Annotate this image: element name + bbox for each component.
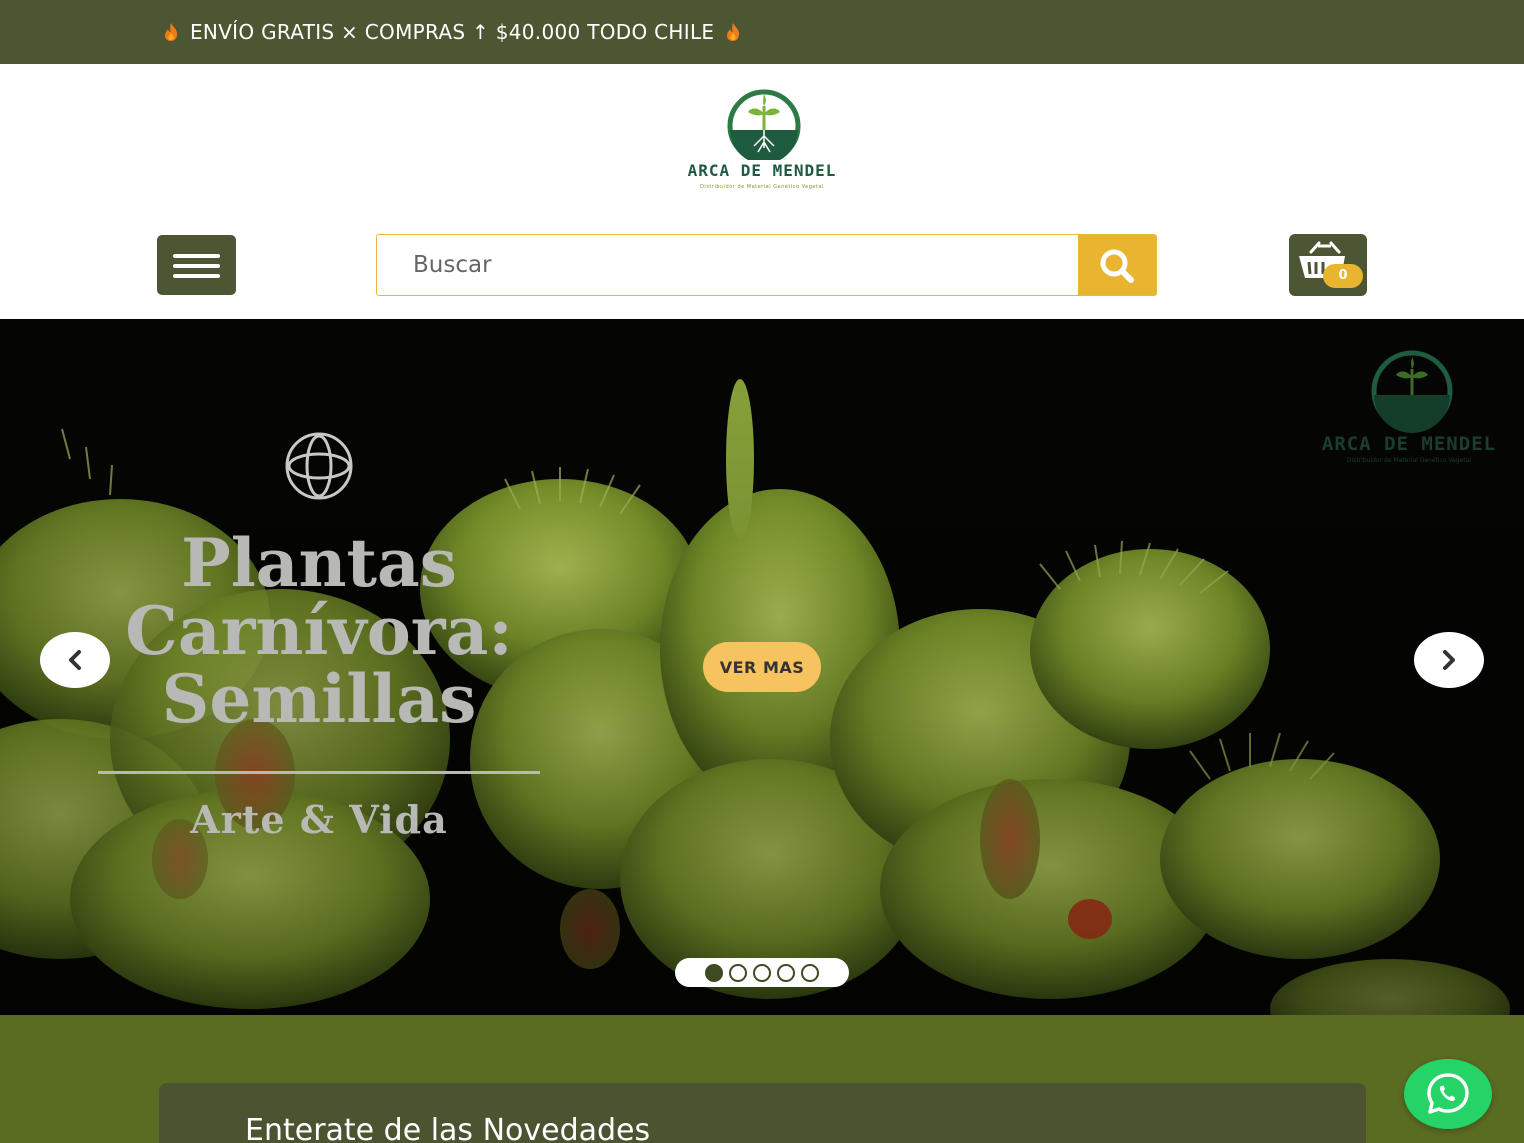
- slider-next-button[interactable]: [1414, 632, 1484, 688]
- hero-title-line: Plantas: [181, 524, 457, 602]
- logo-tagline: Distribuidor de Material Genético Vegeta…: [700, 184, 824, 190]
- logo-emblem-icon: [1371, 350, 1453, 433]
- site-header: ARCA DE MENDEL Distribuidor de Material …: [0, 64, 1524, 319]
- slider-pagination: [675, 958, 849, 987]
- hero-logo-name: ARCA DE MENDEL: [1321, 433, 1497, 455]
- hamburger-icon: [173, 254, 220, 258]
- flower-emblem-icon: [285, 432, 353, 500]
- whatsapp-button[interactable]: [1404, 1059, 1492, 1129]
- slider-dot[interactable]: [705, 963, 723, 982]
- search-input[interactable]: [377, 235, 1079, 295]
- hero-logo-tagline: Distribuidor de Material Genético Vegeta…: [1347, 457, 1471, 464]
- hero-title: Plantas Carnívora: Semillas: [98, 529, 540, 733]
- cart-button[interactable]: 0: [1289, 234, 1367, 296]
- newsletter-section: Enterate de las Novedades: [0, 1015, 1524, 1143]
- newsletter-card: Enterate de las Novedades: [159, 1083, 1366, 1143]
- logo-name: ARCA DE MENDEL: [687, 161, 837, 180]
- search-button[interactable]: [1078, 235, 1156, 295]
- cart-count-badge: 0: [1323, 264, 1363, 288]
- hero-watermark-logo: ARCA DE MENDEL Distribuidor de Material …: [1318, 349, 1500, 464]
- chevron-left-icon: [69, 650, 81, 670]
- newsletter-title: Enterate de las Novedades: [245, 1113, 651, 1143]
- menu-button[interactable]: [157, 235, 236, 295]
- chevron-right-icon: [1443, 650, 1455, 670]
- slider-dot[interactable]: [801, 963, 819, 982]
- search-icon: [1100, 249, 1134, 283]
- hamburger-line: [173, 264, 220, 268]
- slider-prev-button[interactable]: [40, 632, 110, 688]
- logo-emblem-icon: [727, 89, 801, 164]
- ver-mas-button[interactable]: VER MAS: [703, 642, 821, 692]
- hero-divider: [98, 771, 540, 774]
- hero-title-line: Carnívora:: [125, 592, 513, 670]
- hero-subtitle: Arte & Vida: [190, 797, 448, 842]
- slider-dot[interactable]: [729, 963, 747, 982]
- promo-bar: ENVÍO GRATIS × COMPRAS ↑ $40.000 TODO CH…: [0, 0, 1524, 64]
- flame-icon: [162, 22, 180, 42]
- flame-icon: [724, 22, 742, 42]
- site-logo[interactable]: ARCA DE MENDEL Distribuidor de Material …: [682, 88, 842, 206]
- slider-dot[interactable]: [777, 963, 795, 982]
- hamburger-line: [173, 274, 220, 278]
- search-bar: [376, 234, 1157, 296]
- hero-title-line: Semillas: [161, 660, 477, 738]
- slider-dot[interactable]: [753, 963, 771, 982]
- promo-message: ENVÍO GRATIS × COMPRAS ↑ $40.000 TODO CH…: [162, 16, 742, 48]
- promo-text: ENVÍO GRATIS × COMPRAS ↑ $40.000 TODO CH…: [190, 20, 715, 44]
- whatsapp-icon: [1427, 1073, 1469, 1114]
- hero-slider: Plantas Carnívora: Semillas Arte & Vida …: [0, 319, 1524, 1015]
